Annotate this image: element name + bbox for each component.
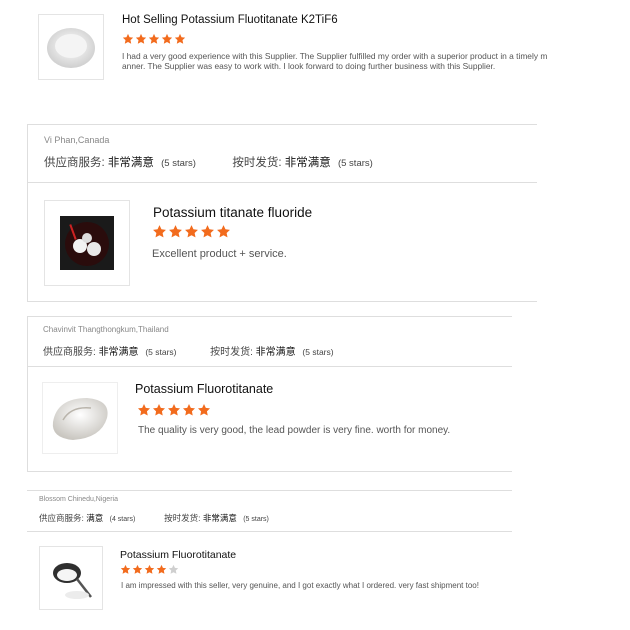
ontime-label: 按时发货:: [164, 513, 201, 523]
star-icon: [137, 403, 151, 417]
supplier-service-value: 满意: [86, 513, 104, 523]
card-divider: [27, 490, 512, 491]
star-icon: [144, 564, 155, 575]
product-rating: [122, 33, 186, 45]
review-text: I am impressed with this seller, very ge…: [121, 581, 479, 590]
star-icon: [152, 403, 166, 417]
star-icon: [182, 403, 196, 417]
supplier-service-value: 非常满意: [107, 157, 154, 169]
powder-image: [52, 398, 108, 440]
card-divider: [27, 316, 512, 317]
product-rating: [120, 564, 179, 575]
spoon-powder-image: [53, 563, 92, 599]
star-icon: [168, 224, 183, 239]
ontime-value: 非常满意: [202, 513, 237, 523]
star-icon: [156, 564, 167, 575]
supplier-service-label: 供应商服务:: [39, 513, 84, 523]
star-icon: [148, 33, 160, 45]
star-icon: [197, 403, 211, 417]
star-icon: [200, 224, 215, 239]
star-icon: [216, 224, 231, 239]
card-border: [27, 124, 28, 302]
product-rating: [137, 403, 211, 417]
powder-image: [47, 28, 95, 68]
product-name[interactable]: Potassium Fluorotitanate: [135, 382, 273, 396]
star-icon: [122, 33, 134, 45]
ontime-label: 按时发货:: [232, 157, 282, 169]
star-icon: [168, 564, 179, 575]
reviewer-name: Blossom Chinedu,Nigeria: [39, 496, 118, 503]
ontime-label: 按时发货:: [210, 347, 253, 358]
section-divider: [27, 366, 512, 367]
product-name[interactable]: Hot Selling Potassium Fluotitanate K2TiF…: [122, 14, 338, 26]
review-text: Excellent product + service.: [152, 248, 287, 260]
supplier-service-label: 供应商服务:: [44, 157, 105, 169]
product-thumbnail[interactable]: [42, 382, 118, 454]
ontime-stars: (5 stars): [337, 158, 373, 169]
review-text: The quality is very good, the lead powde…: [138, 425, 451, 436]
ratings-row: 供应商服务: 满意 (4 stars) 按时发货: 非常满意 (5 stars): [39, 512, 269, 524]
product-thumbnail[interactable]: [38, 14, 104, 80]
supplier-service-label: 供应商服务:: [43, 347, 96, 358]
card-border: [27, 316, 28, 472]
supplier-service-stars: (5 stars): [145, 347, 177, 357]
star-icon: [167, 403, 181, 417]
card-divider: [27, 301, 537, 302]
star-icon: [132, 564, 143, 575]
product-name[interactable]: Potassium titanate fluoride: [153, 205, 312, 220]
card-divider: [27, 124, 537, 125]
star-icon: [174, 33, 186, 45]
section-divider: [27, 531, 512, 532]
product-image: [60, 216, 114, 270]
star-icon: [161, 33, 173, 45]
card-divider: [27, 471, 512, 472]
reviewer-name: Vi Phan,Canada: [44, 135, 110, 145]
section-divider: [27, 182, 537, 183]
ontime-value: 非常满意: [255, 347, 296, 358]
star-icon: [135, 33, 147, 45]
product-thumbnail[interactable]: [44, 200, 130, 286]
product-name[interactable]: Potassium Fluorotitanate: [120, 549, 236, 561]
supplier-service-stars: (5 stars): [161, 158, 196, 169]
star-icon: [152, 224, 167, 239]
supplier-service-stars: (4 stars): [109, 516, 136, 523]
product-rating: [152, 224, 231, 239]
ratings-row: 供应商服务: 非常满意 (5 stars) 按时发货: 非常满意 (5 star…: [43, 343, 334, 358]
star-icon: [184, 224, 199, 239]
product-thumbnail[interactable]: [39, 546, 103, 610]
ratings-row: 供应商服务: 非常满意 (5 stars) 按时发货: 非常满意 (5 star…: [44, 154, 373, 170]
star-icon: [120, 564, 131, 575]
ontime-value: 非常满意: [284, 157, 331, 169]
supplier-service-value: 非常满意: [98, 347, 139, 358]
review-card-1: Hot Selling Potassium Fluotitanate K2TiF…: [0, 0, 630, 110]
reviewer-name: Chavinvit Thangthongkum,Thailand: [43, 325, 169, 334]
ontime-stars: (5 stars): [302, 347, 334, 357]
ontime-stars: (5 stars): [243, 516, 269, 523]
review-text: I had a very good experience with this S…: [122, 51, 548, 71]
